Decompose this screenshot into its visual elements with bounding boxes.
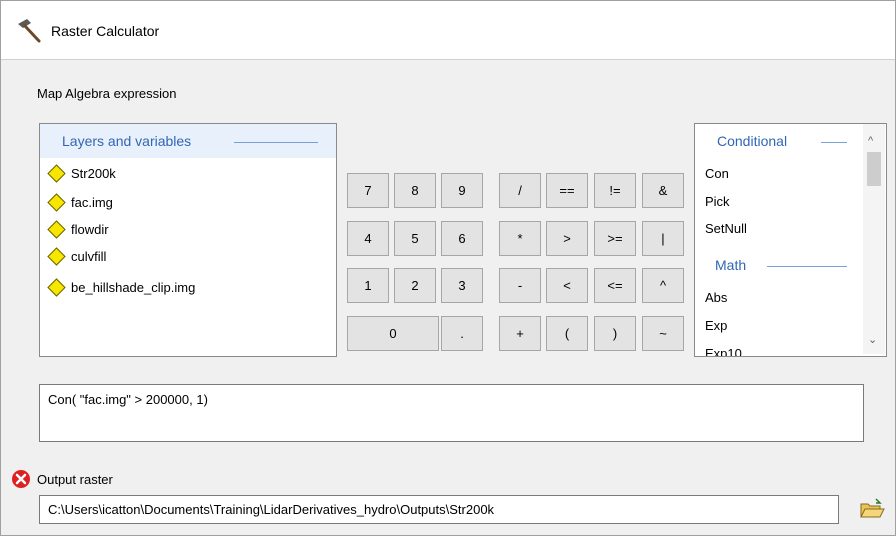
key-not-equal[interactable]: != bbox=[594, 173, 636, 208]
layer-item-str200k[interactable]: Str200k bbox=[46, 162, 116, 184]
key-1[interactable]: 1 bbox=[347, 268, 389, 303]
math-header: Math bbox=[715, 257, 747, 273]
scroll-down-arrow-icon[interactable]: ⌄ bbox=[868, 333, 877, 346]
layer-item-be-hillshade-clip[interactable]: be_hillshade_clip.img bbox=[46, 276, 195, 298]
expression-label: Map Algebra expression bbox=[37, 86, 177, 101]
conditional-header: Conditional bbox=[717, 133, 788, 149]
key-7[interactable]: 7 bbox=[347, 173, 389, 208]
key-3[interactable]: 3 bbox=[441, 268, 483, 303]
window-title: Raster Calculator bbox=[51, 23, 160, 39]
key-5[interactable]: 5 bbox=[394, 221, 436, 256]
output-raster-field[interactable]: C:\Users\icatton\Documents\Training\Lida… bbox=[39, 495, 839, 524]
key-minus[interactable]: - bbox=[499, 268, 541, 303]
key-not[interactable]: ~ bbox=[642, 316, 684, 351]
raster-calculator-window: Raster Calculator Map Algebra expression… bbox=[0, 0, 896, 536]
function-exp[interactable]: Exp bbox=[705, 318, 727, 333]
key-decimal[interactable]: . bbox=[441, 316, 483, 351]
raster-layer-icon bbox=[47, 219, 66, 239]
raster-layer-icon bbox=[47, 192, 66, 212]
layers-header: Layers and variables bbox=[62, 133, 192, 149]
key-less[interactable]: < bbox=[546, 268, 588, 303]
function-abs[interactable]: Abs bbox=[705, 290, 727, 305]
key-less-equal[interactable]: <= bbox=[594, 268, 636, 303]
key-divide[interactable]: / bbox=[499, 173, 541, 208]
key-multiply[interactable]: * bbox=[499, 221, 541, 256]
key-8[interactable]: 8 bbox=[394, 173, 436, 208]
conditional-header-rule bbox=[821, 142, 847, 143]
scrollbar-thumb[interactable] bbox=[867, 152, 881, 186]
folder-open-icon[interactable] bbox=[858, 495, 886, 523]
math-header-rule bbox=[767, 266, 847, 267]
key-4[interactable]: 4 bbox=[347, 221, 389, 256]
key-open-paren[interactable]: ( bbox=[546, 316, 588, 351]
key-close-paren[interactable]: ) bbox=[594, 316, 636, 351]
error-icon bbox=[12, 470, 30, 488]
function-exp10[interactable]: Exp10 bbox=[705, 346, 742, 356]
hammer-icon bbox=[18, 19, 41, 43]
output-raster-label: Output raster bbox=[37, 472, 113, 487]
raster-layer-icon bbox=[47, 246, 66, 266]
raster-layer-icon bbox=[47, 277, 66, 297]
expression-textbox[interactable]: Con( "fac.img" > 200000, 1) bbox=[39, 384, 864, 442]
key-9[interactable]: 9 bbox=[441, 173, 483, 208]
title-bar: Raster Calculator bbox=[1, 1, 895, 60]
key-or[interactable]: | bbox=[642, 221, 684, 256]
layers-header-rule bbox=[234, 142, 318, 143]
key-0[interactable]: 0 bbox=[347, 316, 439, 351]
key-plus[interactable]: + bbox=[499, 316, 541, 351]
layer-item-culvfill[interactable]: culvfill bbox=[46, 245, 106, 267]
function-pick[interactable]: Pick bbox=[705, 194, 730, 209]
key-greater[interactable]: > bbox=[546, 221, 588, 256]
key-6[interactable]: 6 bbox=[441, 221, 483, 256]
function-con[interactable]: Con bbox=[705, 166, 729, 181]
key-and[interactable]: & bbox=[642, 173, 684, 208]
layer-item-flowdir[interactable]: flowdir bbox=[46, 218, 109, 240]
key-xor[interactable]: ^ bbox=[642, 268, 684, 303]
layer-item-fac-img[interactable]: fac.img bbox=[46, 191, 113, 213]
key-equal[interactable]: == bbox=[546, 173, 588, 208]
key-greater-equal[interactable]: >= bbox=[594, 221, 636, 256]
functions-panel: Conditional Con Pick SetNull Math Abs Ex… bbox=[694, 123, 887, 357]
scroll-up-arrow-icon[interactable]: ^ bbox=[868, 135, 873, 147]
key-2[interactable]: 2 bbox=[394, 268, 436, 303]
function-setnull[interactable]: SetNull bbox=[705, 221, 747, 236]
functions-scrollbar[interactable]: ^ ⌄ bbox=[863, 124, 885, 354]
layers-panel: Layers and variables Str200k fac.img flo… bbox=[39, 123, 337, 357]
raster-layer-icon bbox=[47, 163, 66, 183]
